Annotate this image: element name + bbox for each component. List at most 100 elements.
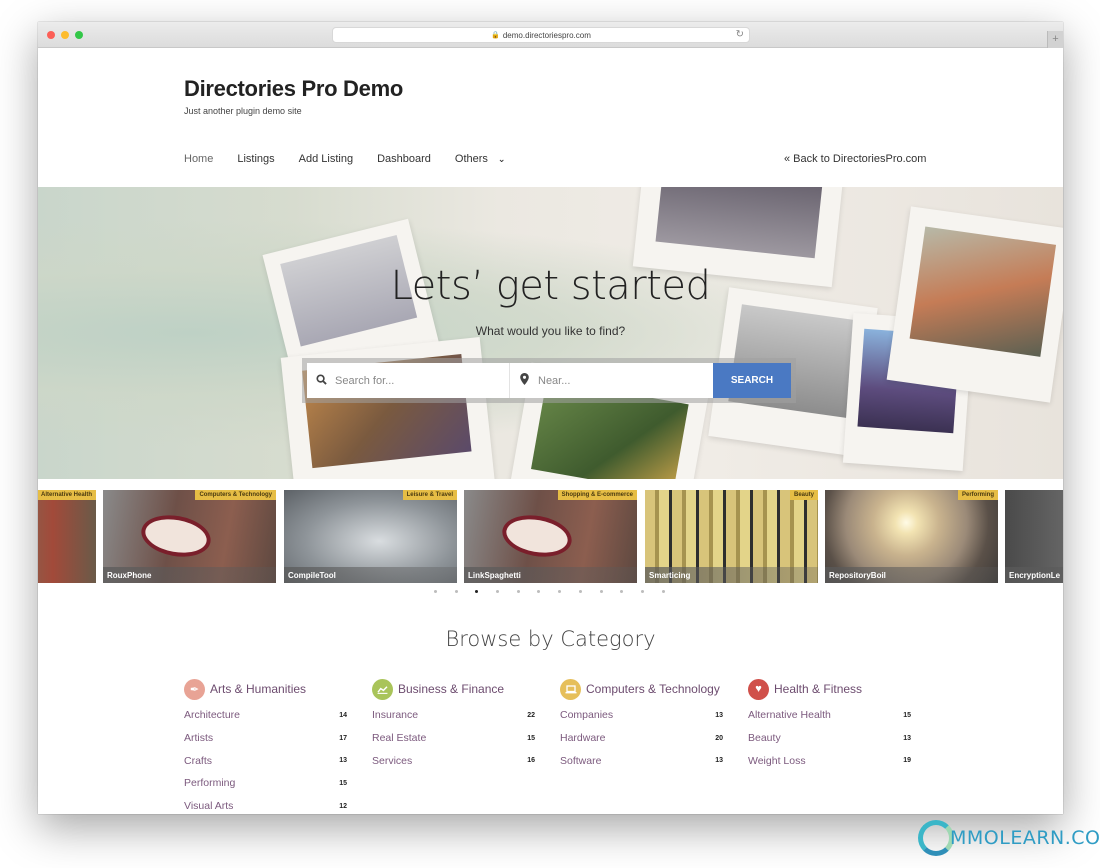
category-item-label[interactable]: Performing [184, 777, 235, 789]
slide-category-badge[interactable]: Computers & Technology [195, 490, 276, 500]
carousel-dot[interactable] [578, 590, 582, 593]
category-item[interactable]: Software 13 [560, 749, 723, 772]
nav-others-label: Others [454, 153, 488, 165]
address-bar[interactable]: 🔒 demo.directoriespro.com ↻ [332, 27, 750, 43]
slide-listing-name[interactable]: CompileTool [284, 567, 457, 583]
nav-dashboard[interactable]: Dashboard [377, 153, 431, 165]
category-item-label[interactable]: Architecture [184, 709, 240, 721]
carousel-dot[interactable] [475, 590, 479, 593]
category-item-label[interactable]: Services [372, 755, 412, 767]
category-item[interactable]: Visual Arts 12 [184, 795, 347, 814]
carousel-dot[interactable] [516, 590, 520, 593]
slide-listing-name[interactable]: RepositoryBoil [825, 567, 998, 583]
slide-category-badge[interactable]: Leisure & Travel [402, 490, 457, 500]
category-item-label[interactable]: Software [560, 755, 601, 767]
url-text: demo.directoriespro.com [502, 30, 591, 40]
category-item-label[interactable]: Companies [560, 709, 613, 721]
zoom-window-button[interactable] [75, 31, 83, 39]
slide-category-badge[interactable]: Alternative Health [38, 490, 96, 500]
category-name: Arts & Humanities [210, 682, 307, 696]
category-item-label[interactable]: Artists [184, 732, 213, 744]
carousel-dot[interactable] [599, 590, 603, 593]
search-input[interactable] [335, 374, 495, 387]
nav-home[interactable]: Home [184, 153, 213, 165]
site-title[interactable]: Directories Pro Demo [184, 76, 403, 102]
carousel-slide[interactable]: Alternative Health [38, 490, 96, 583]
slide-category-badge[interactable]: Shopping & E-commerce [557, 490, 637, 500]
slide-listing-name[interactable]: RouxPhone [103, 567, 276, 583]
category-item[interactable]: Weight Loss 19 [748, 749, 911, 772]
category-item[interactable]: Insurance 22 [372, 704, 535, 727]
slide-category-badge[interactable]: Performing [957, 490, 998, 500]
slide-category-badge[interactable]: Beauty [789, 490, 818, 500]
carousel-dot[interactable] [558, 590, 562, 593]
carousel-dot[interactable] [434, 590, 437, 593]
category-name: Health & Fitness [774, 682, 863, 696]
category-item[interactable]: Architecture 14 [184, 704, 347, 727]
carousel-slide[interactable]: Shopping & E-commerce LinkSpaghetti [464, 490, 637, 583]
category-item-count: 15 [903, 711, 911, 719]
category-item-label[interactable]: Real Estate [372, 732, 426, 744]
category-item-label[interactable]: Crafts [184, 755, 212, 767]
carousel-dot[interactable] [640, 590, 644, 593]
category-heading[interactable]: ✒ Arts & Humanities [184, 678, 347, 700]
carousel-dot[interactable] [661, 590, 665, 593]
category-item-label[interactable]: Visual Arts [184, 800, 233, 812]
category-column: ♥ Health & Fitness Alternative Health 15 … [748, 678, 911, 772]
category-list: Alternative Health 15 Beauty 13 Weight Los… [748, 704, 911, 772]
carousel-dot[interactable] [620, 590, 624, 593]
category-item[interactable]: Artists 17 [184, 727, 347, 750]
new-tab-button[interactable]: + [1047, 31, 1063, 48]
nav-others[interactable]: Others ⌄ [455, 153, 506, 165]
category-item[interactable]: Beauty 13 [748, 727, 911, 750]
slide-listing-name[interactable]: EncryptionLe [1005, 567, 1063, 583]
category-item-label[interactable]: Alternative Health [748, 709, 831, 721]
category-heading[interactable]: Business & Finance [372, 678, 535, 700]
category-item-label[interactable]: Beauty [748, 732, 781, 744]
category-item[interactable]: Performing 15 [184, 772, 347, 795]
category-item-count: 13 [339, 757, 347, 765]
screen: 🔒 demo.directoriespro.com ↻ + Directorie… [0, 0, 1100, 868]
reload-icon[interactable]: ↻ [736, 29, 744, 40]
category-list: Insurance 22 Real Estate 15 Services 16 [372, 704, 535, 772]
slide-listing-name[interactable]: LinkSpaghetti [464, 567, 637, 583]
keyword-field[interactable] [307, 363, 510, 398]
location-field[interactable] [510, 363, 713, 398]
carousel-slide[interactable]: Beauty Smarticing [645, 490, 818, 583]
category-item[interactable]: Hardware 20 [560, 727, 723, 750]
back-to-site-link[interactable]: « Back to DirectoriesPro.com [784, 153, 926, 165]
slide-image-sign [499, 510, 575, 562]
carousel-dot[interactable] [454, 590, 458, 593]
category-item[interactable]: Services 16 [372, 749, 535, 772]
category-item[interactable]: Crafts 13 [184, 749, 347, 772]
category-item-count: 19 [903, 757, 911, 765]
carousel-dot[interactable] [496, 590, 500, 593]
carousel-dot[interactable] [537, 590, 541, 593]
category-item-label[interactable]: Hardware [560, 732, 606, 744]
category-item-label[interactable]: Insurance [372, 709, 418, 721]
category-item[interactable]: Companies 13 [560, 704, 723, 727]
hero-subtitle: What would you like to find? [475, 324, 626, 338]
nav-listings[interactable]: Listings [237, 153, 274, 165]
search-icon [315, 373, 327, 388]
carousel-slide[interactable]: Performing RepositoryBoil [825, 490, 998, 583]
lock-icon: 🔒 [491, 32, 500, 39]
category-heading[interactable]: Computers & Technology [560, 678, 723, 700]
category-item-count: 22 [527, 711, 535, 719]
nav-add-listing[interactable]: Add Listing [299, 153, 353, 165]
category-item-label[interactable]: Weight Loss [748, 755, 806, 767]
carousel-slide[interactable]: Leisure & Travel CompileTool [284, 490, 457, 583]
category-item-count: 17 [339, 734, 347, 742]
near-input[interactable] [538, 374, 698, 387]
close-window-button[interactable] [47, 31, 55, 39]
carousel-slide[interactable]: EncryptionLe [1005, 490, 1063, 583]
minimize-window-button[interactable] [61, 31, 69, 39]
category-item[interactable]: Alternative Health 15 [748, 704, 911, 727]
carousel-slide[interactable]: Computers & Technology RouxPhone [103, 490, 276, 583]
watermark-text: MMOLEARN.COM [950, 827, 1100, 849]
category-heading[interactable]: ♥ Health & Fitness [748, 678, 911, 700]
search-form: SEARCH [302, 358, 796, 403]
search-button[interactable]: SEARCH [713, 363, 791, 398]
category-item[interactable]: Real Estate 15 [372, 727, 535, 750]
slide-listing-name[interactable]: Smarticing [645, 567, 818, 583]
